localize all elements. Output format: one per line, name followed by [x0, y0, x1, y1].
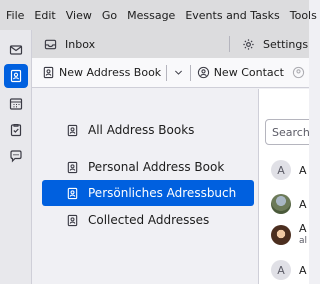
- address-book-icon: [43, 66, 54, 79]
- new-address-book-dropdown[interactable]: [173, 67, 184, 78]
- contact-name: A: [299, 197, 307, 211]
- new-list-icon: [292, 66, 305, 79]
- calendar-icon: [9, 98, 23, 110]
- spaces-toolbar: [0, 30, 32, 284]
- mail-icon: [9, 45, 23, 55]
- address-book-icon: [67, 124, 78, 136]
- tasks-icon: [10, 124, 22, 137]
- contact-row[interactable]: A A: [259, 255, 309, 284]
- avatar: [271, 194, 291, 214]
- contact-row[interactable]: A: [259, 189, 309, 219]
- chat-space-button[interactable]: [4, 144, 28, 168]
- menu-edit[interactable]: Edit: [29, 9, 60, 22]
- book-item-personal-address-book[interactable]: Personal Address Book: [42, 154, 254, 180]
- book-item-persoenliches-adressbuch[interactable]: Persönliches Adressbuch: [42, 180, 254, 206]
- contact-row[interactable]: A A: [259, 155, 309, 185]
- toolbar-separator: [166, 64, 167, 81]
- tasks-space-button[interactable]: [4, 118, 28, 142]
- address-books-pane: All Address Books Personal Address Book …: [32, 89, 258, 284]
- menu-go[interactable]: Go: [97, 9, 122, 22]
- tab-inbox-label: Inbox: [65, 37, 96, 51]
- new-list-button[interactable]: [292, 66, 309, 79]
- mail-space-button[interactable]: [4, 38, 28, 62]
- contact-row[interactable]: A al: [259, 220, 309, 250]
- new-contact-button[interactable]: New Contact: [197, 66, 284, 79]
- address-book-icon: [67, 161, 78, 173]
- menu-view[interactable]: View: [61, 9, 97, 22]
- contact-text: A al: [299, 223, 307, 247]
- tab-settings[interactable]: Settings: [242, 30, 308, 58]
- contact-name: A: [299, 163, 307, 177]
- menu-file[interactable]: File: [3, 9, 29, 22]
- book-item-label: Collected Addresses: [88, 213, 210, 227]
- new-contact-label: New Contact: [213, 66, 284, 79]
- book-item-collected-addresses[interactable]: Collected Addresses: [42, 207, 254, 233]
- contact-name: A: [299, 222, 307, 235]
- contact-name: A: [299, 263, 307, 277]
- address-book-icon: [67, 214, 78, 226]
- book-item-label: Persönliches Adressbuch: [88, 186, 237, 200]
- book-item-all-address-books[interactable]: All Address Books: [42, 117, 254, 143]
- avatar: [271, 225, 291, 245]
- contacts-pane: Search A A A A al A A: [258, 89, 309, 284]
- tab-inbox[interactable]: Inbox: [44, 30, 95, 58]
- new-address-book-label: New Address Book: [59, 66, 162, 79]
- tab-separator: [229, 36, 230, 52]
- search-input[interactable]: Search: [265, 119, 309, 145]
- menu-tools[interactable]: Tools: [285, 9, 320, 22]
- new-address-book-button[interactable]: New Address Book: [42, 66, 161, 79]
- avatar: A: [271, 260, 291, 280]
- new-contact-icon: [197, 66, 209, 79]
- book-item-label: Personal Address Book: [88, 160, 225, 174]
- menu-events-and-tasks[interactable]: Events and Tasks: [180, 9, 284, 22]
- chat-icon: [10, 150, 22, 163]
- address-book-icon: [67, 187, 78, 199]
- menu-bar: File Edit View Go Message Events and Tas…: [0, 0, 317, 30]
- menu-message[interactable]: Message: [122, 9, 180, 22]
- address-book-space-button[interactable]: [4, 64, 28, 88]
- tab-settings-label: Settings: [263, 37, 309, 51]
- book-item-label: All Address Books: [88, 123, 195, 137]
- chevron-down-icon: [174, 70, 182, 75]
- avatar: A: [271, 160, 291, 180]
- toolbar-separator: [189, 64, 191, 81]
- search-placeholder: Search: [272, 125, 309, 139]
- gear-icon: [243, 38, 254, 50]
- address-book-toolbar: New Address Book New Contact: [32, 58, 309, 88]
- inbox-icon: [44, 39, 57, 49]
- calendar-space-button[interactable]: [4, 92, 28, 116]
- contact-email: al: [299, 236, 308, 246]
- tab-bar: Inbox Settings: [32, 30, 309, 58]
- address-book-icon: [10, 69, 22, 83]
